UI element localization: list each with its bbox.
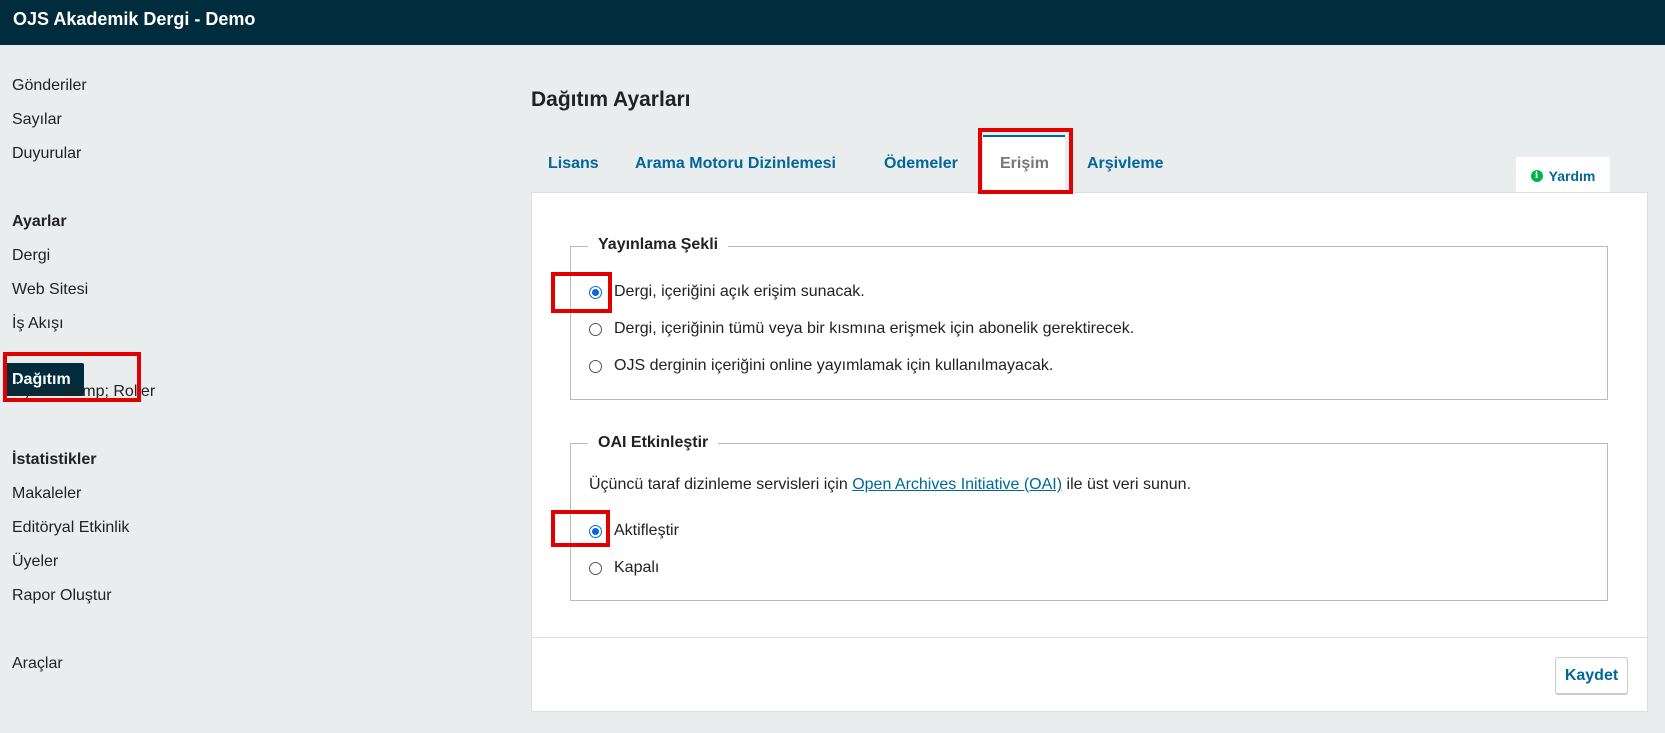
oai-description: Üçüncü taraf dizinleme servisleri için O… xyxy=(589,476,1191,494)
radio-oai-enable[interactable] xyxy=(589,524,602,538)
nav-announcements[interactable]: Duyurular xyxy=(12,145,81,163)
oai-desc-text: Üçüncü taraf dizinleme servisleri için xyxy=(589,476,853,493)
nav-issues[interactable]: Sayılar xyxy=(12,111,62,129)
nav-statistics-heading[interactable]: İstatistikler xyxy=(12,451,96,469)
tab-license[interactable]: Lisans xyxy=(548,155,599,173)
oai-link[interactable]: Open Archives Initiative (OAI) xyxy=(852,476,1062,493)
publishing-option-label: OJS derginin içeriğini online yayımlamak… xyxy=(614,357,1054,374)
nav-submissions[interactable]: Gönderiler xyxy=(12,77,87,95)
tab-access[interactable]: Erişim xyxy=(1000,155,1049,173)
info-icon: i xyxy=(1530,169,1543,182)
tab-search-indexing[interactable]: Arama Motoru Dizinlemesi xyxy=(635,155,836,173)
nav-users[interactable]: Üyeler xyxy=(12,553,58,571)
nav-journal[interactable]: Dergi xyxy=(12,247,50,265)
oai-option-enable[interactable]: Aktifleştir xyxy=(589,522,679,540)
publishing-option-none[interactable]: OJS derginin içeriğini online yayımlamak… xyxy=(589,357,1053,375)
nav-report[interactable]: Rapor Oluştur xyxy=(12,587,112,605)
oai-legend: OAI Etkinleştir xyxy=(588,434,719,452)
radio-open-access[interactable] xyxy=(589,285,602,299)
tab-archiving[interactable]: Arşivleme xyxy=(1087,155,1164,173)
nav-articles[interactable]: Makaleler xyxy=(12,485,81,503)
oai-option-disable[interactable]: Kapalı xyxy=(589,559,659,577)
publishing-option-label: Dergi, içeriğini açık erişim sunacak. xyxy=(614,283,865,300)
save-button[interactable]: Kaydet xyxy=(1555,657,1628,694)
top-header: OJS Akademik Dergi - Demo xyxy=(0,0,1665,45)
nav-settings-heading[interactable]: Ayarlar xyxy=(12,213,67,231)
nav-website[interactable]: Web Sitesi xyxy=(12,281,88,299)
publishing-option-subscription[interactable]: Dergi, içeriğinin tümü veya bir kısmına … xyxy=(589,320,1134,338)
radio-oai-disable[interactable] xyxy=(589,561,602,575)
help-label: Yardım xyxy=(1548,167,1596,184)
oai-desc-text-end: ile üst veri sunun. xyxy=(1062,476,1192,493)
help-button[interactable]: i Yardım xyxy=(1516,157,1610,194)
oai-option-label: Kapalı xyxy=(614,559,660,576)
radio-subscription[interactable] xyxy=(589,322,602,336)
nav-editorial-activity[interactable]: Editöryal Etkinlik xyxy=(12,519,129,537)
oai-fieldset xyxy=(570,443,1608,601)
oai-option-label: Aktifleştir xyxy=(614,522,679,539)
publishing-option-open-access[interactable]: Dergi, içeriğini açık erişim sunacak. xyxy=(589,283,865,301)
panel-divider xyxy=(531,637,1648,638)
radio-none[interactable] xyxy=(589,359,602,373)
app-title[interactable]: OJS Akademik Dergi - Demo xyxy=(13,9,255,30)
nav-users-roles[interactable]: Üyeler &amp; Roller xyxy=(12,383,155,401)
publishing-option-label: Dergi, içeriğinin tümü veya bir kısmına … xyxy=(614,320,1135,337)
nav-workflow[interactable]: İş Akışı xyxy=(12,315,64,333)
page-title: Dağıtım Ayarları xyxy=(531,88,691,111)
publishing-mode-legend: Yayınlama Şekli xyxy=(588,236,729,254)
nav-tools[interactable]: Araçlar xyxy=(12,655,63,673)
tab-payments[interactable]: Ödemeler xyxy=(884,155,958,173)
